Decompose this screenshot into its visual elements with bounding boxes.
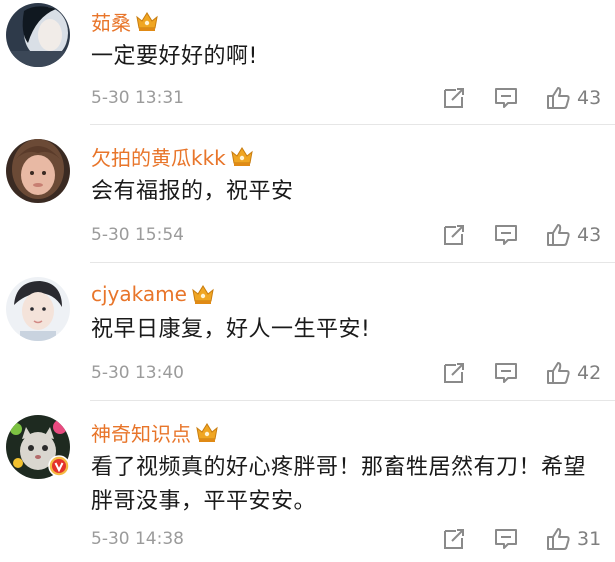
timestamp: 5-30 14:38 [91, 529, 184, 549]
thumbs-up-icon[interactable] [545, 85, 571, 111]
username-row: 神奇知识点 [91, 417, 219, 447]
like-button[interactable]: 43 [545, 85, 601, 111]
comment-footer: 5-30 13:31 43 [91, 84, 615, 112]
forward-icon[interactable] [441, 526, 467, 552]
timestamp: 5-30 13:40 [91, 363, 184, 383]
timestamp: 5-30 13:31 [91, 88, 184, 108]
crown-vip-icon[interactable] [230, 145, 254, 167]
comment-icon[interactable] [493, 360, 519, 386]
comment-icon[interactable] [493, 526, 519, 552]
comment-icon[interactable] [493, 222, 519, 248]
thumbs-up-icon[interactable] [545, 222, 571, 248]
comment-footer: 5-30 14:38 31 [91, 525, 615, 553]
username-row: cjyakame [91, 279, 215, 309]
comment-item: 茹桑 一定要好好的啊! 5-30 13:31 43 [0, 0, 615, 125]
like-button[interactable]: 42 [545, 360, 601, 386]
comment-text: 会有福报的，祝平安 [91, 179, 294, 204]
thumbs-up-icon[interactable] [545, 360, 571, 386]
comment-icon[interactable] [493, 85, 519, 111]
comment-footer: 5-30 15:54 43 [91, 221, 615, 249]
thumbs-up-icon[interactable] [545, 526, 571, 552]
like-count: 31 [577, 528, 602, 550]
crown-vip-icon[interactable] [135, 10, 159, 32]
like-count: 42 [577, 362, 602, 384]
like-count: 43 [577, 87, 602, 109]
comment-text: 看了视频真的好心疼胖哥！那畜牲居然有刀！希望胖哥没事，平平安安。 [91, 455, 587, 514]
username-link[interactable]: 神奇知识点 [91, 418, 191, 447]
username-link[interactable]: 茹桑 [91, 7, 131, 36]
username-link[interactable]: cjyakame [91, 282, 187, 306]
comment-text: 一定要好好的啊! [91, 44, 258, 69]
comment-item: 神奇知识点 看了视频真的好心疼胖哥！那畜牲居然有刀！希望胖哥没事，平平安安。 5… [0, 401, 615, 562]
comment-list: 茹桑 一定要好好的啊! 5-30 13:31 43 欠拍的黄瓜kkk 会有福报的… [0, 0, 615, 562]
username-row: 欠拍的黄瓜kkk [91, 141, 254, 171]
forward-icon[interactable] [441, 222, 467, 248]
username-row: 茹桑 [91, 6, 159, 36]
comment-item: cjyakame 祝早日康复，好人一生平安! 5-30 13:40 42 [0, 263, 615, 401]
like-button[interactable]: 43 [545, 222, 601, 248]
crown-vip-icon[interactable] [195, 421, 219, 443]
avatar[interactable] [6, 3, 70, 67]
forward-icon[interactable] [441, 85, 467, 111]
verified-v-icon [48, 455, 70, 477]
avatar[interactable] [6, 139, 70, 203]
like-count: 43 [577, 224, 602, 246]
crown-vip-icon[interactable] [191, 283, 215, 305]
forward-icon[interactable] [441, 360, 467, 386]
comment-text: 祝早日康复，好人一生平安! [91, 317, 371, 342]
avatar[interactable] [6, 277, 70, 341]
comment-item: 欠拍的黄瓜kkk 会有福报的，祝平安 5-30 15:54 43 [0, 125, 615, 263]
timestamp: 5-30 15:54 [91, 225, 184, 245]
username-link[interactable]: 欠拍的黄瓜kkk [91, 142, 226, 171]
comment-footer: 5-30 13:40 42 [91, 359, 615, 387]
like-button[interactable]: 31 [545, 526, 601, 552]
